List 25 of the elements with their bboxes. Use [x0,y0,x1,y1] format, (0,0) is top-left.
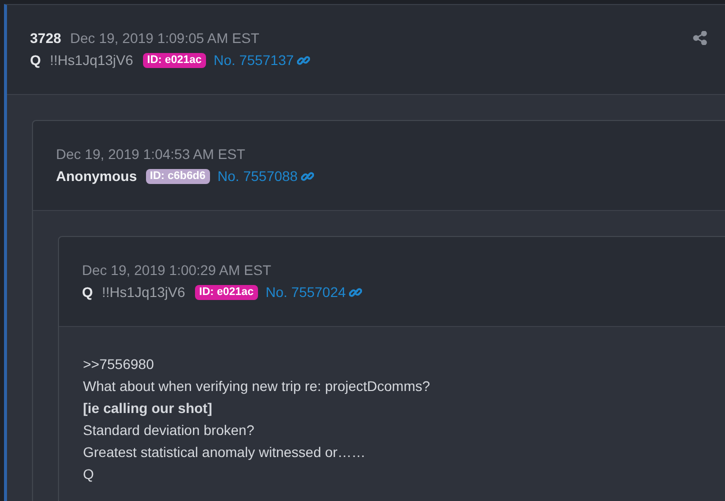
author-name: Anonymous [56,168,137,184]
tripcode: !!Hs1Jq13jV6 [102,284,186,300]
post-text-line: Standard deviation broken? [83,421,256,440]
post-text-line: Greatest statistical anomaly witnessed or…… [83,443,366,462]
post-number: 3728 [30,30,62,46]
post-date: Dec 19, 2019 1:04:53 AM EST [56,146,246,162]
post-number-link[interactable]: No. 7557137 [214,52,294,68]
post-number-link[interactable]: No. 7557088 [218,168,298,184]
link-icon[interactable] [300,170,314,182]
author-name: Q [30,52,41,68]
share-icon[interactable] [693,31,707,45]
poster-id-tag: ID: c6b6d6 [146,168,210,184]
post-date: Dec 19, 2019 1:09:05 AM EST [70,30,260,46]
tripcode: !!Hs1Jq13jV6 [50,52,134,68]
post-text-line: >>7556980 [83,355,155,374]
post-date: Dec 19, 2019 1:00:29 AM EST [82,262,272,278]
post-number-link[interactable]: No. 7557024 [266,284,346,300]
post-text-line: What about when verifying new trip re: projectDcomms? [83,377,432,396]
author-name: Q [82,284,93,300]
link-icon[interactable] [296,54,310,66]
poster-id-tag: ID: e021ac [195,284,258,300]
poster-id-tag: ID: e021ac [143,52,206,68]
link-icon[interactable] [348,286,362,298]
post-text-line: Q [83,465,95,484]
post-text-line: [ie calling our shot] [83,399,214,418]
